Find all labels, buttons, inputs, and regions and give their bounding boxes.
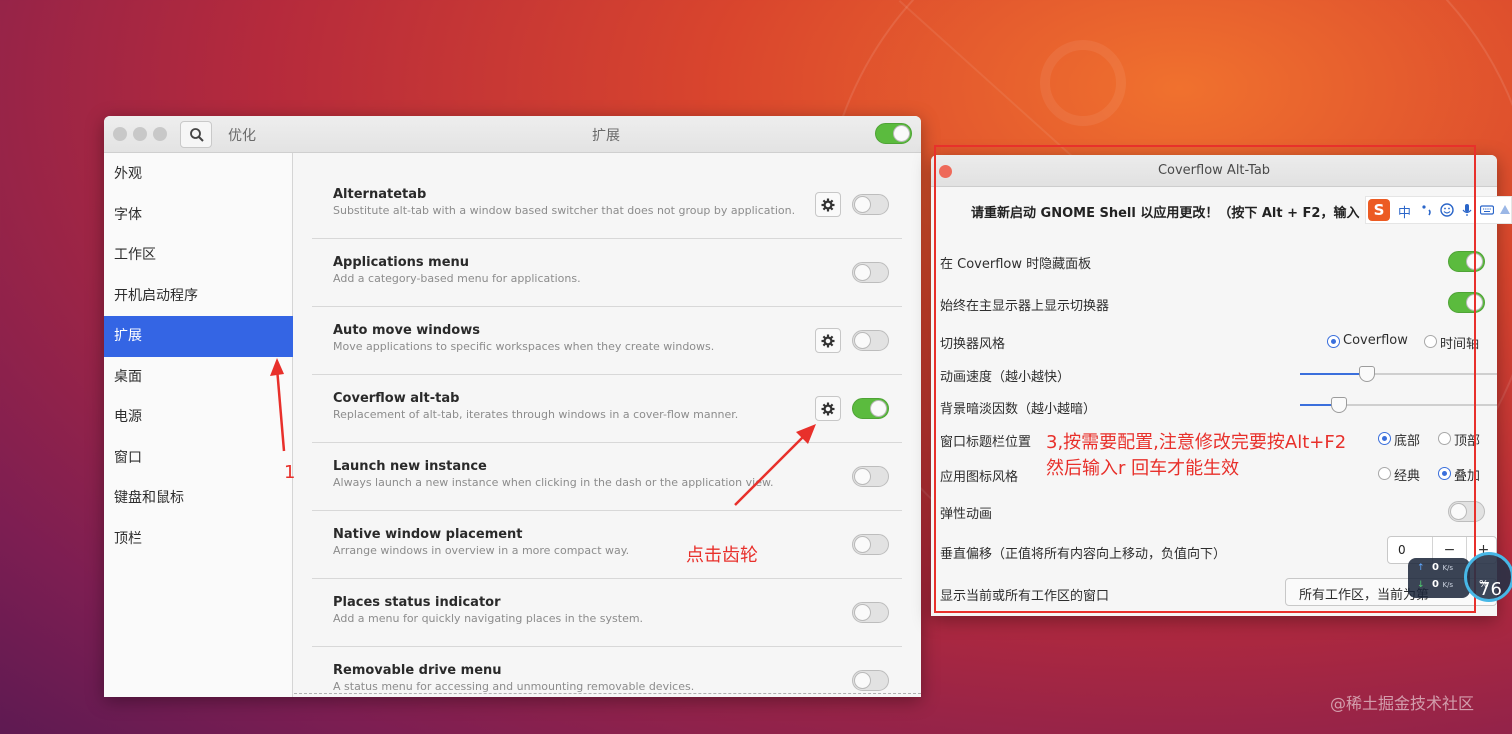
annotation-step-3-line-2: 然后输入r 回车才能生效 <box>1046 458 1240 479</box>
extension-name: Places status indicator <box>333 595 501 610</box>
search-button[interactable] <box>180 121 212 148</box>
annotation-step-3-line-1: 3,按需要配置,注意修改完要按Alt+F2 <box>1046 432 1347 453</box>
gear-icon <box>821 402 835 416</box>
extension-toggle[interactable] <box>852 534 889 555</box>
extension-toggle[interactable] <box>852 262 889 283</box>
switch-knob <box>893 125 910 142</box>
extension-settings-button[interactable] <box>815 192 841 217</box>
watermark: @稀土掘金技术社区 <box>1330 694 1475 713</box>
extension-toggle[interactable] <box>852 602 889 623</box>
sidebar-item[interactable]: 键盘和鼠标 <box>104 478 293 519</box>
extension-name: Alternatetab <box>333 187 427 202</box>
extension-name: Coverflow alt-tab <box>333 391 460 406</box>
keyboard-icon[interactable] <box>1480 203 1494 217</box>
sidebar-item[interactable]: 扩展 <box>104 316 293 357</box>
tweaks-headerbar: 优化 扩展 <box>104 116 921 153</box>
sidebar-item[interactable]: 字体 <box>104 195 293 236</box>
switch-knob <box>854 672 871 689</box>
extension-toggle[interactable] <box>852 330 889 351</box>
page-title: 扩展 <box>592 128 620 144</box>
extension-name: Removable drive menu <box>333 663 502 678</box>
search-icon <box>190 128 204 142</box>
switch-knob <box>854 196 871 213</box>
memory-usage-gauge: 76% <box>1464 552 1512 602</box>
window-maximize-button[interactable] <box>153 127 167 141</box>
upload-arrow-icon: ↑ <box>1417 563 1425 573</box>
extension-name: Applications menu <box>333 255 470 270</box>
extension-row: Removable drive menu A status menu for ac… <box>312 647 902 697</box>
extension-description: Add a menu for quickly navigating places… <box>333 612 644 625</box>
switch-knob <box>854 604 871 621</box>
extension-description: Substitute alt-tab with a window based s… <box>333 204 796 217</box>
extension-description: Arrange windows in overview in a more co… <box>333 544 630 557</box>
sidebar-item[interactable]: 开机启动程序 <box>104 276 293 317</box>
switch-knob <box>854 264 871 281</box>
sidebar-item[interactable]: 顶栏 <box>104 519 293 560</box>
extension-description: Replacement of alt-tab, iterates through… <box>333 408 739 421</box>
extension-settings-button[interactable] <box>815 328 841 353</box>
app-title: 优化 <box>228 128 256 144</box>
annotation-step-1: 1 <box>284 462 296 483</box>
download-arrow-icon: ↓ <box>1417 580 1425 590</box>
extension-settings-button[interactable] <box>815 396 841 421</box>
gear-icon <box>821 198 835 212</box>
annotation-highlight-box <box>934 145 1476 613</box>
annotation-arrow-gear <box>734 424 816 506</box>
switch-knob <box>854 536 871 553</box>
extension-toggle[interactable] <box>852 466 889 487</box>
extension-row: Auto move windows Move applications to sp… <box>312 307 902 375</box>
sidebar-item[interactable]: 工作区 <box>104 235 293 276</box>
extensions-list: Alternatetab Substitute alt-tab with a wi… <box>294 153 921 697</box>
extension-description: Add a category-based menu for applicatio… <box>333 272 581 285</box>
switch-knob <box>854 468 871 485</box>
extension-name: Native window placement <box>333 527 523 542</box>
skin-icon[interactable] <box>1498 203 1512 217</box>
tweaks-window: 优化 扩展 外观 字体 工作区 开机启动程序 扩展 桌面 电源 窗口 键盘和鼠标 顶栏 Alter… <box>104 116 921 697</box>
annotation-arrow-1 <box>270 358 286 452</box>
extension-toggle[interactable] <box>852 194 889 215</box>
extension-description: Move applications to specific workspaces… <box>333 340 715 353</box>
window-minimize-button[interactable] <box>133 127 147 141</box>
scroll-undershoot <box>294 693 921 694</box>
network-monitor-widget[interactable]: ↑ 0 K/s ↓ 0 K/s 76% <box>1408 550 1512 606</box>
extension-name: Auto move windows <box>333 323 480 338</box>
extension-toggle[interactable] <box>852 398 889 419</box>
network-speed-box: ↑ 0 K/s ↓ 0 K/s <box>1408 558 1470 598</box>
extension-toggle[interactable] <box>852 670 889 691</box>
switch-knob <box>870 400 887 417</box>
sidebar-item[interactable]: 外观 <box>104 154 293 195</box>
upload-speed: 0 K/s <box>1432 562 1454 573</box>
download-speed: 0 K/s <box>1432 579 1454 590</box>
switch-knob <box>854 332 871 349</box>
annotation-click-gear: 点击齿轮 <box>686 545 758 566</box>
extension-row: Applications menu Add a category-based me… <box>312 239 902 307</box>
extension-name: Launch new instance <box>333 459 487 474</box>
extension-row: Native window placement Arrange windows i… <box>312 511 902 579</box>
extension-row: Places status indicator Add a menu for qu… <box>312 579 902 647</box>
gear-icon <box>821 334 835 348</box>
window-close-button[interactable] <box>113 127 127 141</box>
extension-description: A status menu for accessing and unmounti… <box>333 680 695 693</box>
extensions-global-switch[interactable] <box>875 123 912 144</box>
extension-description: Always launch a new instance when clicki… <box>333 476 774 489</box>
extension-row: Alternatetab Substitute alt-tab with a wi… <box>312 171 902 239</box>
